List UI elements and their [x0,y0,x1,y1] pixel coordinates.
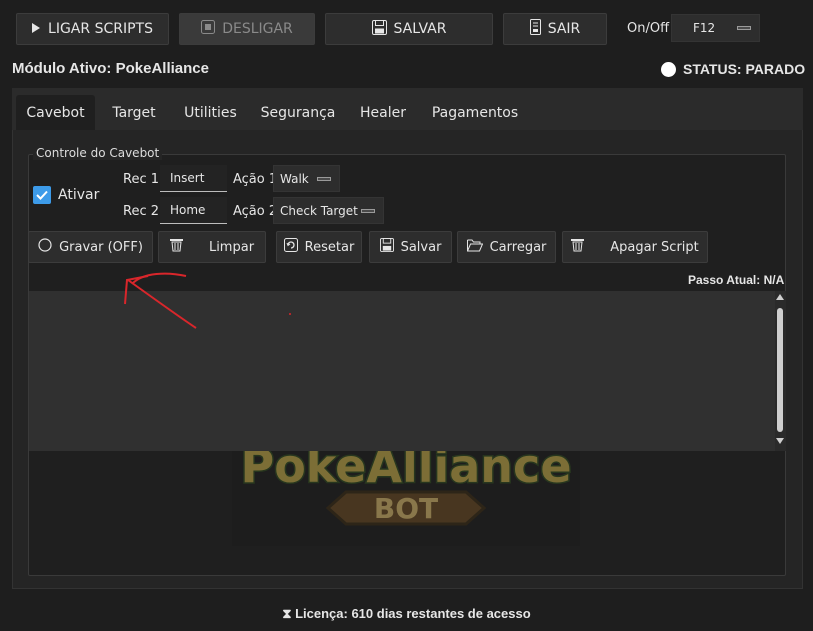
action1-value: Walk [280,171,309,186]
delete-script-label: Apagar Script [610,239,699,255]
onoff-label: On/Off [627,21,670,36]
tab-pagamentos-label: Pagamentos [431,104,519,121]
trash-icon [571,238,585,256]
action1-select[interactable]: Walk [273,165,340,192]
status-dot-icon [661,62,676,77]
action2-value: Check Target [280,203,358,218]
start-scripts-button[interactable]: LIGAR SCRIPTS [16,13,169,45]
license-text: Licença: 610 dias restantes de acesso [295,606,531,621]
scroll-down-arrow-icon[interactable] [776,438,784,444]
tab-target-label: Target [112,104,156,121]
tab-cavebot[interactable]: Cavebot [16,95,95,130]
license-footer: ⧗ Licença: 610 dias restantes de acesso [0,606,813,622]
hotkey-select[interactable]: F12 [671,14,760,42]
active-module-title: Módulo Ativo: PokeAlliance [12,60,209,77]
tab-target[interactable]: Target [101,95,167,130]
clear-button[interactable]: Limpar [158,231,266,263]
save-script-button[interactable]: Salvar [369,231,452,263]
reset-label: Resetar [304,239,355,255]
scroll-up-arrow-icon[interactable] [776,294,784,300]
hourglass-icon: ⧗ [282,606,292,621]
trash-icon [169,238,183,256]
save-script-label: Salvar [400,239,442,255]
reset-button[interactable]: Resetar [276,231,362,263]
dropdown-indicator-icon [317,176,331,181]
red-arrow-annotation [124,272,291,329]
exit-label: SAIR [547,21,581,37]
stop-label: DESLIGAR [222,21,293,37]
pokealliance-logo: PokeAlliance BOT [232,440,580,546]
rec2-hotkey-value: Home [170,203,206,217]
rec1-label: Rec 1: [123,172,164,187]
floppy-icon [371,19,387,39]
folder-open-icon [466,239,483,256]
load-label: Carregar [489,239,547,255]
tab-pagamentos[interactable]: Pagamentos [426,95,524,130]
delete-script-button[interactable]: Apagar Script [562,231,708,263]
exit-button[interactable]: SAIR [503,13,607,45]
tab-utilities-label: Utilities [184,104,237,121]
tab-healer[interactable]: Healer [356,95,410,130]
stop-icon [201,20,216,38]
tab-utilities[interactable]: Utilities [176,95,245,130]
record-label: Gravar (OFF) [59,239,143,255]
dropdown-indicator-icon [737,26,751,30]
exit-door-icon [529,19,541,39]
cavebot-group-title: Controle do Cavebot [33,146,163,160]
rec2-hotkey-field[interactable]: Home [160,197,227,224]
dropdown-indicator-icon [361,208,375,213]
current-step-label: Passo Atual: N/A [688,273,785,287]
enable-label: Ativar [58,187,100,203]
start-scripts-label: LIGAR SCRIPTS [48,21,153,37]
refresh-icon [283,238,298,256]
status-text: STATUS: PARADO [683,61,806,77]
list-scrollbar-thumb[interactable] [777,308,783,432]
stop-button[interactable]: DESLIGAR [179,13,315,45]
hotkey-value: F12 [693,21,716,35]
record-radio-icon [38,238,52,256]
save-button[interactable]: SALVAR [325,13,493,45]
load-button[interactable]: Carregar [457,231,556,263]
rec2-label: Rec 2: [123,204,164,219]
rec1-hotkey-field[interactable]: Insert [160,165,227,192]
save-label: SALVAR [393,21,447,37]
logo-subtitle-text: BOT [374,492,438,525]
tab-seguranca[interactable]: Segurança [257,95,339,130]
floppy-icon [379,238,394,256]
tab-seguranca-label: Segurança [260,104,336,121]
tab-healer-label: Healer [360,104,406,121]
clear-label: Limpar [208,239,255,255]
play-icon [32,21,41,37]
check-icon [36,190,48,200]
rec1-hotkey-value: Insert [170,171,205,185]
record-button[interactable]: Gravar (OFF) [28,231,153,263]
action2-select[interactable]: Check Target [273,197,384,224]
tab-cavebot-label: Cavebot [26,104,85,121]
enable-checkbox[interactable] [33,186,51,204]
